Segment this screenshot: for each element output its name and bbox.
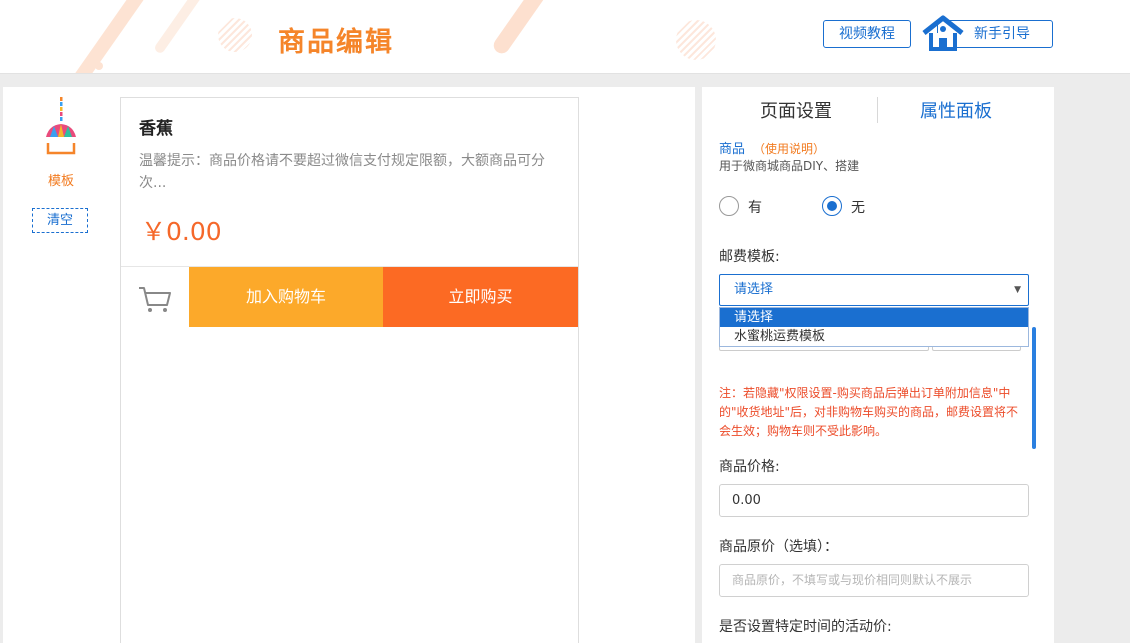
- decor-stripe: [153, 0, 213, 55]
- editor-canvas-panel: 模板 清空 香蕉 温馨提示：商品价格请不要超过微信支付规定限额，大额商品可分次.…: [3, 87, 695, 643]
- template-label[interactable]: 模板: [43, 170, 79, 189]
- radio-yes-label[interactable]: 有: [748, 197, 762, 217]
- decor-circle: [218, 18, 252, 52]
- price-input[interactable]: 0.00: [719, 484, 1029, 517]
- radio-yes-circle[interactable]: [719, 196, 739, 216]
- panel-scrollbar[interactable]: [1032, 327, 1036, 449]
- tab-properties[interactable]: 属性面板: [920, 97, 992, 123]
- properties-panel: 页面设置 属性面板 商品 （使用说明） 用于微商城商品DIY、搭建 有 无 邮费模…: [702, 87, 1054, 643]
- dropdown-arrow-icon[interactable]: ▼: [1014, 275, 1021, 305]
- section-title-text: 商品: [719, 142, 746, 157]
- price-label: 商品价格:: [719, 459, 780, 475]
- newbie-guide-button-wrap[interactable]: 新手引导: [921, 14, 1054, 51]
- top-header: 商品编辑 视频教程 新手引导: [0, 0, 1130, 74]
- radio-no-circle[interactable]: [822, 196, 842, 216]
- original-price-label: 商品原价（选填）：: [719, 539, 838, 555]
- decor-dot: [95, 62, 103, 70]
- usage-link[interactable]: （使用说明）: [753, 142, 825, 156]
- dropdown-option[interactable]: 水蜜桃运费模板: [720, 327, 1028, 346]
- shop-template-icon[interactable]: [43, 97, 79, 161]
- activity-price-label: 是否设置特定时间的活动价:: [719, 619, 892, 635]
- product-tip: 温馨提示：商品价格请不要超过微信支付规定限额，大额商品可分次...: [139, 153, 545, 191]
- house-icon: [922, 15, 964, 51]
- decor-stripe: [66, 0, 148, 73]
- add-to-cart-button[interactable]: 加入购物车: [189, 267, 383, 327]
- product-name: 香蕉: [139, 119, 173, 139]
- tab-page-settings[interactable]: 页面设置: [760, 97, 832, 123]
- section-title: 商品 （使用说明）: [719, 138, 825, 157]
- decor-circle: [676, 20, 716, 60]
- product-price: ￥0.00: [141, 217, 222, 246]
- dropdown-option[interactable]: 请选择: [720, 308, 1028, 327]
- original-price-input[interactable]: 商品原价，不填写或与现价相同则默认不展示: [719, 564, 1029, 597]
- buy-now-button[interactable]: 立即购买: [383, 267, 578, 327]
- shipping-template-select[interactable]: 请选择 ▼: [719, 274, 1029, 306]
- radio-no-label[interactable]: 无: [851, 197, 865, 217]
- cart-icon[interactable]: [137, 284, 173, 314]
- product-preview-card[interactable]: 香蕉 温馨提示：商品价格请不要超过微信支付规定限额，大额商品可分次... ￥0.…: [120, 97, 579, 643]
- shipping-template-label: 邮费模板:: [719, 249, 780, 265]
- cart-cell[interactable]: [121, 267, 189, 327]
- buy-bar: 加入购物车 立即购买: [121, 266, 578, 327]
- shipping-select-value: 请选择: [734, 282, 774, 297]
- shipping-template-dropdown[interactable]: 请选择 水蜜桃运费模板: [719, 307, 1029, 347]
- page-title: 商品编辑: [278, 27, 394, 58]
- section-description: 用于微商城商品DIY、搭建: [719, 159, 860, 173]
- decor-stripe: [490, 0, 556, 57]
- clear-button[interactable]: 清空: [32, 208, 88, 233]
- shipping-note: 注：若隐藏"权限设置-购买商品后弹出订单附加信息"中的"收货地址"后，对非购物车…: [719, 386, 1019, 438]
- video-tutorial-button[interactable]: 视频教程: [823, 20, 911, 48]
- tab-divider: [877, 97, 878, 123]
